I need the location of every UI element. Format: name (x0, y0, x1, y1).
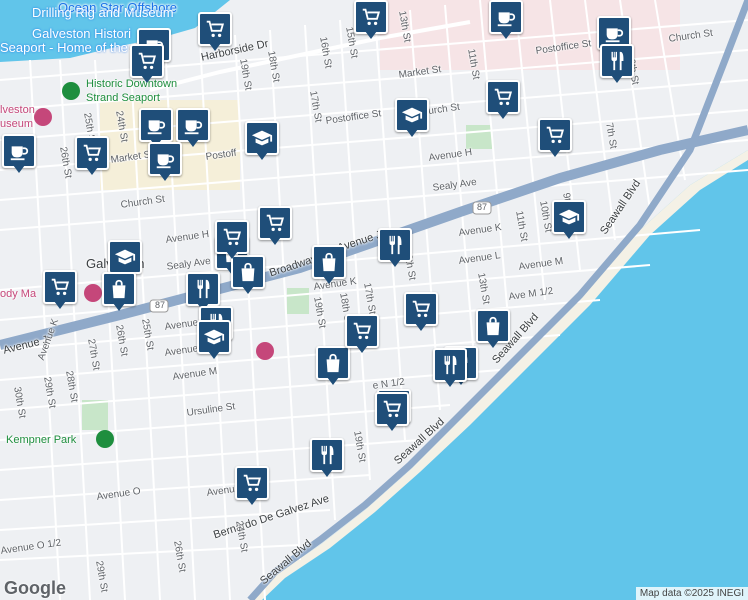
map-marker-school[interactable] (552, 200, 586, 242)
map-attribution[interactable]: Map data ©2025 INEGI (635, 587, 748, 600)
museum-icon[interactable] (84, 284, 102, 302)
map-marker-shopping-cart[interactable] (538, 118, 572, 160)
map-marker-coffee-cup[interactable] (148, 142, 182, 184)
map-marker-school[interactable] (197, 320, 231, 362)
seaport-home-label[interactable]: Seaport - Home of the (0, 40, 128, 55)
map-marker-shopping-cart[interactable] (375, 392, 409, 434)
drilling-rig-label[interactable]: Drilling Rig and Museum (32, 5, 174, 20)
map-canvas[interactable]: Ocean Star Offshore Drilling Rig and Mus… (0, 0, 748, 600)
map-marker-shopping-cart[interactable] (75, 136, 109, 178)
museum-icon[interactable] (34, 108, 52, 126)
map-marker-shopping-bag[interactable] (312, 245, 346, 287)
map-marker-restaurant[interactable] (310, 438, 344, 480)
map-marker-shopping-cart[interactable] (345, 314, 379, 356)
google-logo: Google (4, 578, 66, 598)
map-marker-shopping-cart[interactable] (258, 206, 292, 248)
museum-label-1[interactable]: lveston (0, 104, 35, 116)
map-marker-coffee-cup[interactable] (2, 134, 36, 176)
strand-seaport-label[interactable]: Strand Seaport (86, 92, 160, 104)
map-marker-shopping-cart[interactable] (404, 292, 438, 334)
map-marker-shopping-cart[interactable] (130, 44, 164, 86)
kempner-park-area (82, 400, 108, 430)
moody-label[interactable]: ody Ma (0, 288, 36, 300)
museum-icon[interactable] (256, 342, 274, 360)
map-marker-restaurant[interactable] (600, 44, 634, 86)
map-marker-school[interactable] (395, 98, 429, 140)
park-area (466, 125, 492, 149)
map-marker-shopping-cart[interactable] (215, 220, 249, 262)
park-icon[interactable] (96, 430, 114, 448)
map-marker-shopping-bag[interactable] (476, 309, 510, 351)
map-marker-shopping-bag[interactable] (102, 272, 136, 314)
map-marker-restaurant[interactable] (433, 348, 467, 390)
map-marker-shopping-cart[interactable] (486, 80, 520, 122)
map-marker-school[interactable] (245, 121, 279, 163)
map-marker-coffee-cup[interactable] (489, 0, 523, 42)
park-area (287, 288, 309, 314)
museum-label-2[interactable]: useum (0, 118, 33, 130)
route-87-label: 87 (477, 202, 488, 212)
map-marker-shopping-cart[interactable] (235, 466, 269, 508)
kempner-park-label[interactable]: Kempner Park (6, 434, 76, 446)
galveston-historic-label[interactable]: Galveston Histori (32, 26, 131, 41)
map-marker-shopping-cart[interactable] (43, 270, 77, 312)
route-87-label: 87 (155, 300, 166, 310)
map-marker-restaurant[interactable] (378, 228, 412, 270)
map-marker-shopping-cart[interactable] (198, 12, 232, 54)
map-marker-shopping-cart[interactable] (354, 0, 388, 42)
historic-downtown-icon[interactable] (62, 82, 80, 100)
